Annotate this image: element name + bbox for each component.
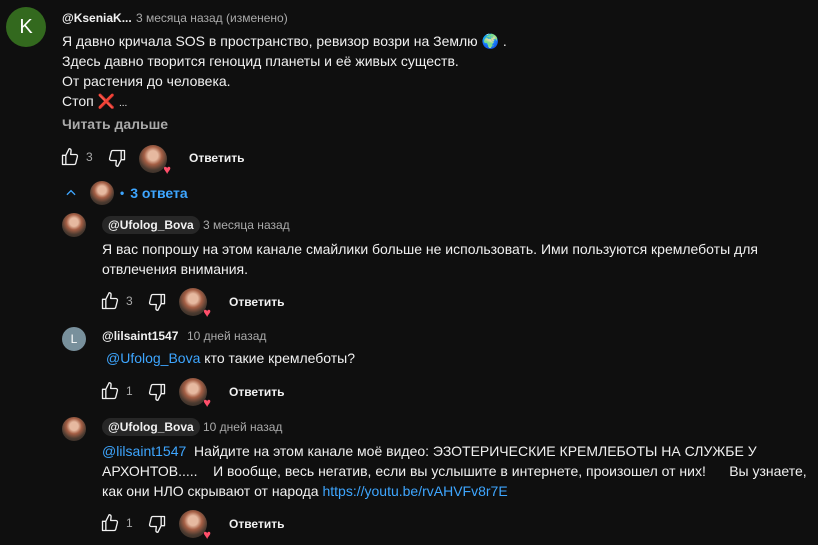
chevron-up-icon [66, 189, 76, 196]
reply-text: как они НЛО скрывают от народа [102, 483, 323, 499]
ellipsis: ... [118, 98, 128, 109]
reply-time[interactable]: 10 дней назад [203, 420, 282, 434]
comment-text: Стоп [62, 93, 94, 109]
thumbs-down-icon [108, 149, 126, 167]
dot-separator: • [120, 186, 125, 200]
reply-button[interactable]: Ответить [189, 151, 244, 165]
comment-text: . [502, 33, 507, 49]
thumbs-down-icon [148, 515, 166, 533]
reply-button[interactable]: Ответить [229, 385, 284, 399]
avatar[interactable] [62, 213, 86, 237]
creator-heart-badge: ♥ [139, 145, 171, 176]
mention-link[interactable]: @lilsaint1547 [102, 443, 186, 459]
like-button[interactable] [99, 380, 121, 402]
like-button[interactable] [59, 146, 81, 168]
video-link[interactable]: https://youtu.be/rvAHVFv8r7E [322, 483, 507, 499]
thumbs-down-icon [148, 293, 166, 311]
creator-heart-badge: ♥ [179, 288, 211, 319]
like-button[interactable] [99, 512, 121, 534]
thumbs-down-icon [148, 383, 166, 401]
reply-text: Я вас попрошу на этом канале смайлики бо… [102, 241, 758, 257]
reply-button[interactable]: Ответить [229, 517, 284, 531]
reply-author[interactable]: @Ufolog_Bova [102, 216, 200, 234]
reply-line: @Ufolog_Bova кто такие кремлеботы? [106, 348, 355, 368]
mention-link[interactable]: @Ufolog_Bova [106, 350, 200, 366]
comment-line: Стоп ❌ ... [62, 91, 127, 114]
reply-text: кто такие кремлеботы? [200, 350, 356, 366]
avatar-letter: K [19, 15, 33, 38]
dislike-button[interactable] [106, 147, 128, 169]
reply-button[interactable]: Ответить [229, 295, 284, 309]
reply-author[interactable]: @lilsaint1547 [102, 329, 178, 343]
thumbs-up-icon [61, 148, 79, 166]
reply-line: @lilsaint1547 Найдите на этом канале моё… [102, 441, 757, 461]
heart-icon: ♥ [203, 305, 211, 320]
globe-emoji-icon: 🌍 [481, 33, 500, 49]
reply-text: АРХОНТОВ..... И вообще, весь негатив, ес… [102, 463, 807, 479]
like-count: 1 [126, 384, 133, 398]
replier-avatar [90, 181, 114, 205]
creator-heart-badge: ♥ [179, 510, 211, 541]
comment-text: Здесь давно творится геноцид планеты и е… [62, 53, 459, 69]
reply-text: Найдите на этом канале моё видео: ЭЗОТЕР… [186, 443, 757, 459]
like-count: 1 [126, 516, 133, 530]
avatar[interactable]: L [62, 327, 86, 351]
reply-author[interactable]: @Ufolog_Bova [102, 418, 200, 436]
reply-line: как они НЛО скрывают от народа https://y… [102, 481, 508, 501]
creator-heart-badge: ♥ [179, 378, 211, 409]
like-count: 3 [126, 294, 133, 308]
thumbs-up-icon [101, 382, 119, 400]
read-more-button[interactable]: Читать дальше [62, 116, 168, 132]
replies-count-label: 3 ответа [130, 185, 188, 201]
avatar[interactable] [62, 417, 86, 441]
thumbs-up-icon [101, 514, 119, 532]
heart-icon: ♥ [203, 395, 211, 410]
heart-icon: ♥ [163, 162, 171, 177]
heart-icon: ♥ [203, 527, 211, 542]
cross-mark-emoji-icon: ❌ [97, 93, 116, 109]
comment-text: Я давно кричала SOS в пространство, реви… [62, 33, 478, 49]
reply-time[interactable]: 10 дней назад [187, 329, 266, 343]
thumbs-up-icon [101, 292, 119, 310]
comment-line: Я давно кричала SOS в пространство, реви… [62, 31, 507, 51]
reply-time[interactable]: 3 месяца назад [203, 218, 290, 232]
dislike-button[interactable] [146, 291, 168, 313]
comment-text: От растения до человека. [62, 73, 231, 89]
like-count: 3 [86, 150, 93, 164]
avatar-letter: L [70, 332, 78, 346]
comment-author[interactable]: @KseniaK... [62, 11, 132, 25]
avatar[interactable]: K [6, 7, 46, 47]
like-button[interactable] [99, 290, 121, 312]
reply-text: отвлечения внимания. [102, 261, 249, 277]
dislike-button[interactable] [146, 513, 168, 535]
comment-time[interactable]: 3 месяца назад (изменено) [136, 11, 288, 25]
dislike-button[interactable] [146, 381, 168, 403]
replies-toggle-button[interactable]: • 3 ответа [64, 180, 188, 206]
